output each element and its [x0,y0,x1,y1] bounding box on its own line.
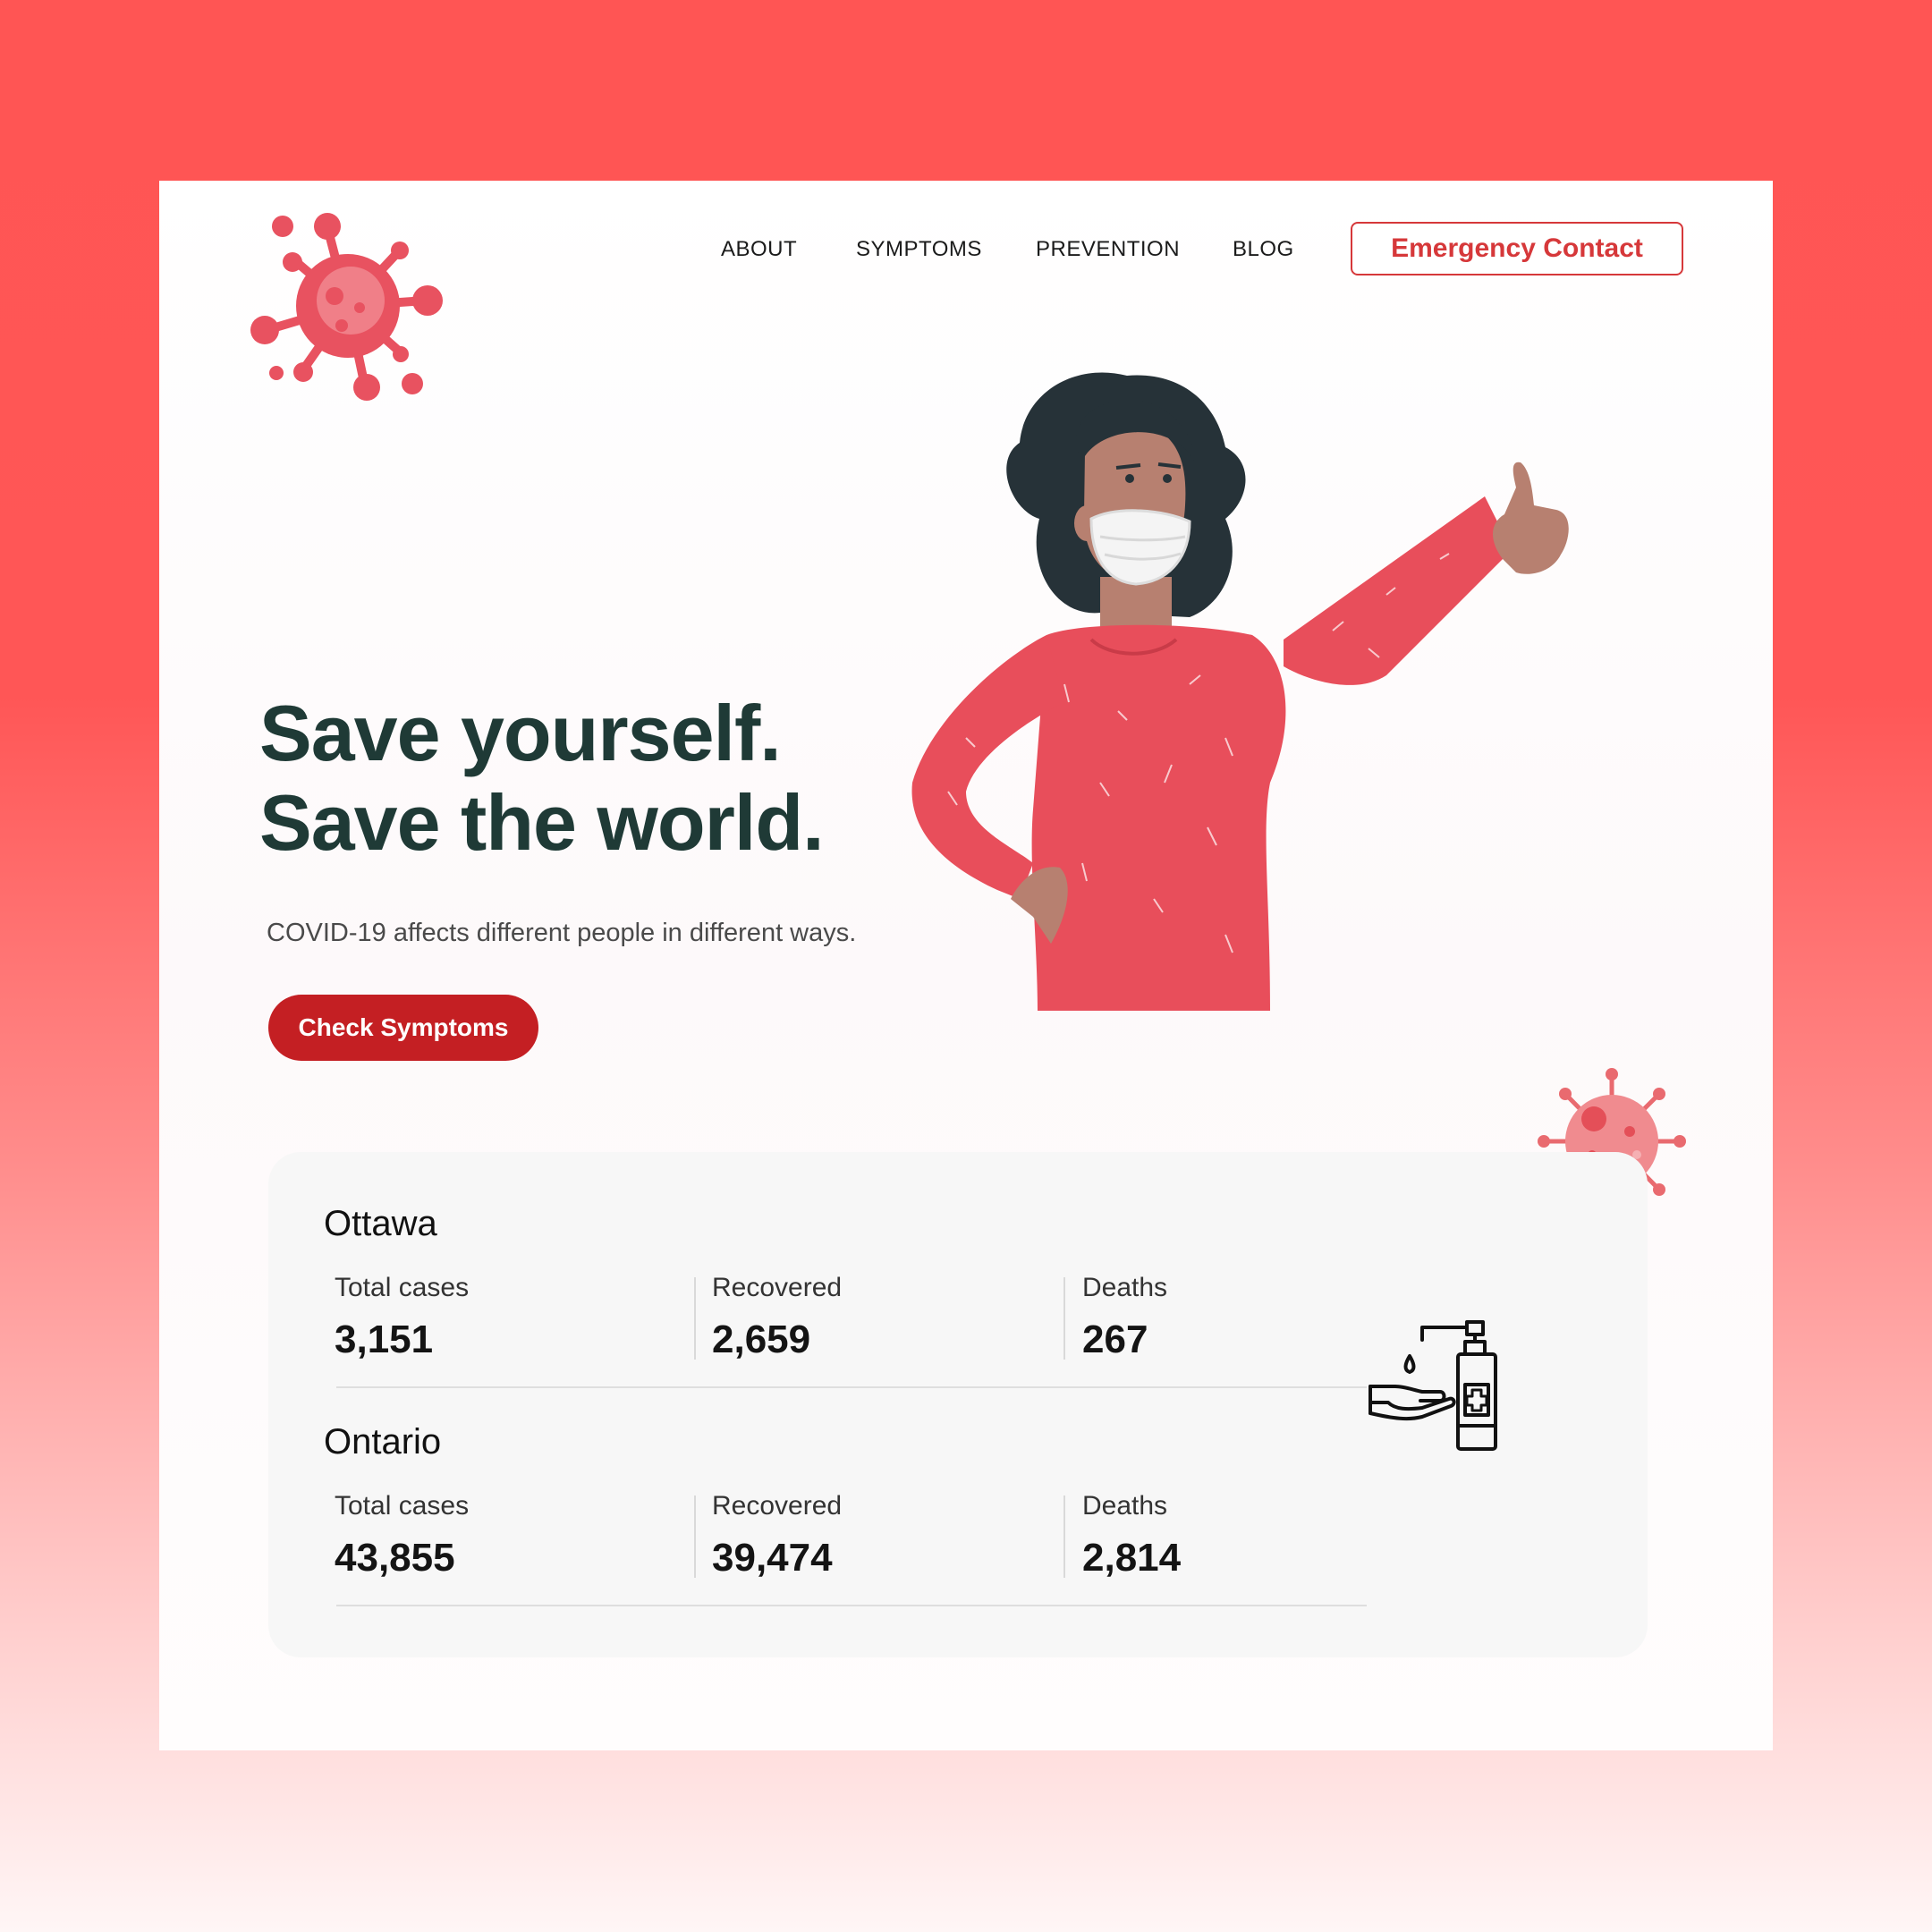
woman-with-mask-illustration [911,372,1569,1011]
stats-card: Ottawa Total cases 3,151 Recovered 2,659… [268,1152,1648,1657]
stat-recovered-ontario: Recovered 39,474 [712,1491,842,1580]
stat-recovered-ottawa: Recovered 2,659 [712,1273,842,1362]
divider [694,1496,696,1578]
stat-value: 39,474 [712,1536,833,1580]
divider [694,1277,696,1360]
stat-value: 2,659 [712,1318,811,1361]
region-name-ontario: Ontario [324,1422,442,1462]
emergency-contact-button[interactable]: Emergency Contact [1351,222,1683,275]
stat-value: 3,151 [335,1318,434,1361]
stat-deaths-ontario: Deaths 2,814 [1082,1491,1181,1580]
stat-label: Total cases [335,1273,470,1302]
stat-label: Recovered [712,1273,843,1302]
check-symptoms-button[interactable]: Check Symptoms [268,995,538,1061]
nav-symptoms[interactable]: SYMPTOMS [856,237,982,262]
stat-deaths-ottawa: Deaths 267 [1082,1273,1167,1362]
hero-title: Save yourself. Save the world. [259,689,886,868]
stat-label: Total cases [335,1491,470,1521]
hand-sanitizer-icon [1368,1320,1497,1451]
hero-title-line-1: Save yourself. [259,689,782,777]
stat-value: 267 [1082,1318,1148,1361]
stat-label: Deaths [1082,1491,1168,1521]
virus-logo-icon[interactable] [249,211,447,401]
region-name-ottawa: Ottawa [324,1204,437,1243]
divider [1063,1277,1065,1360]
divider [1063,1496,1065,1578]
stat-label: Recovered [712,1491,843,1521]
stat-label: Deaths [1082,1273,1168,1302]
hero-title-line-2: Save the world. [259,778,825,867]
stat-value: 43,855 [335,1536,455,1580]
stat-total-ottawa: Total cases 3,151 [335,1273,469,1362]
nav-blog[interactable]: BLOG [1233,237,1294,262]
stat-total-ontario: Total cases 43,855 [335,1491,469,1580]
divider [336,1605,1367,1606]
nav-prevention[interactable]: PREVENTION [1036,237,1180,262]
divider [336,1386,1367,1388]
nav-about[interactable]: ABOUT [721,237,797,262]
hero-subtitle: COVID-19 affects different people in dif… [267,919,857,947]
stat-value: 2,814 [1082,1536,1182,1580]
